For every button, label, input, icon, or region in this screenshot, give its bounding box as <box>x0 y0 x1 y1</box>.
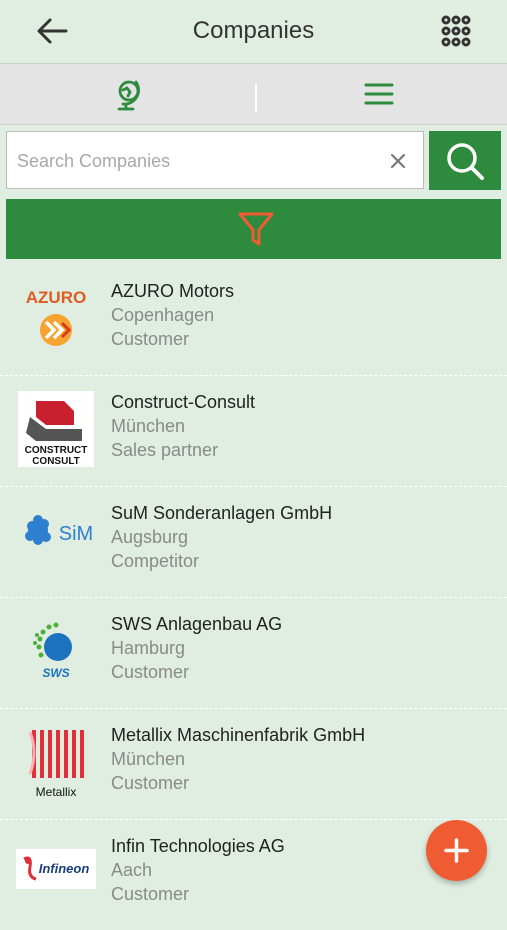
svg-text:Metallix: Metallix <box>36 785 77 799</box>
app-bar: Companies <box>0 0 507 62</box>
list-item[interactable]: CONSTRUCT CONSULT Construct-Consult Münc… <box>0 375 507 487</box>
company-name: SWS Anlagenbau AG <box>111 614 283 634</box>
company-city: Aach <box>111 860 153 880</box>
apps-grid-icon[interactable] <box>440 14 472 48</box>
company-city: München <box>111 416 186 436</box>
page-title: Companies <box>192 17 315 44</box>
construct-consult-logo: CONSTRUCT CONSULT <box>18 391 94 467</box>
filter-icon <box>238 212 274 246</box>
company-type: Competitor <box>111 551 200 571</box>
infineon-logo: Infineon <box>16 849 96 889</box>
svg-text:Infineon: Infineon <box>39 861 90 876</box>
company-name: Metallix Maschinenfabrik GmbH <box>111 725 366 745</box>
sum-logo: SiM <box>25 515 93 545</box>
company-city: Augsburg <box>111 527 189 547</box>
search-icon <box>447 143 484 180</box>
company-name: SuM Sonderanlagen GmbH <box>111 503 333 523</box>
list-item[interactable]: Metallix Metallix Maschinenfabrik GmbH M… <box>0 708 507 820</box>
view-tabs <box>0 63 507 125</box>
globe-icon <box>117 80 140 111</box>
plus-icon <box>444 838 469 863</box>
svg-text:SiM: SiM <box>59 523 93 545</box>
svg-text:CONSULT: CONSULT <box>32 456 80 467</box>
company-city: Hamburg <box>111 638 186 658</box>
company-type: Customer <box>111 662 190 682</box>
sws-logo: SWS <box>33 622 72 680</box>
search-input[interactable] <box>15 142 379 180</box>
company-name: AZURO Motors <box>111 281 235 301</box>
list-icon <box>364 83 394 105</box>
list-item[interactable]: AZURO AZURO Motors Copenhagen Customer <box>0 264 507 376</box>
search-button[interactable] <box>429 131 501 190</box>
company-name: Infin Technologies AG <box>111 836 285 856</box>
add-company-button[interactable] <box>426 820 487 881</box>
clear-icon[interactable] <box>389 152 407 170</box>
svg-text:AZURO: AZURO <box>26 288 86 307</box>
list-item[interactable]: SWS SWS Anlagenbau AG Hamburg Customer <box>0 597 507 709</box>
list-item[interactable]: SiM SuM Sonderanlagen GmbH Augsburg Comp… <box>0 486 507 598</box>
tab-list-view[interactable] <box>254 64 507 124</box>
company-type: Sales partner <box>111 440 219 460</box>
company-type: Customer <box>111 884 190 904</box>
filter-button[interactable] <box>6 199 501 259</box>
svg-text:CONSTRUCT: CONSTRUCT <box>25 445 88 456</box>
search-box <box>6 131 424 189</box>
svg-text:SWS: SWS <box>42 666 69 680</box>
metallix-logo: Metallix <box>28 730 84 799</box>
company-name: Construct-Consult <box>111 392 256 412</box>
company-city: Copenhagen <box>111 305 215 325</box>
company-type: Customer <box>111 773 190 793</box>
company-type: Customer <box>111 329 190 349</box>
azuro-logo: AZURO <box>26 288 86 346</box>
tab-map-view[interactable] <box>0 64 253 124</box>
company-city: München <box>111 749 186 769</box>
